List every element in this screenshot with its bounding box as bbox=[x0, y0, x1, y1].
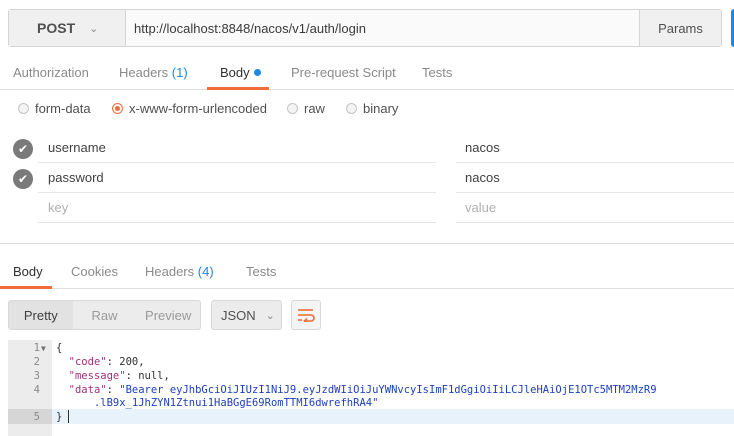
preview-button[interactable]: Preview bbox=[136, 301, 200, 329]
response-body-editor[interactable]: 1 ▼ 2 3 4 5 { "code": 200, "message": nu… bbox=[8, 340, 734, 436]
line-number: 2 bbox=[33, 356, 40, 368]
format-select[interactable]: JSON ⌄ bbox=[211, 300, 282, 330]
json-key: "message" bbox=[68, 370, 126, 382]
tab-authorization[interactable]: Authorization bbox=[13, 65, 89, 80]
json-key: "code" bbox=[68, 356, 107, 368]
json-value: 200, bbox=[119, 356, 145, 368]
pretty-button[interactable]: Pretty bbox=[9, 301, 73, 329]
raw-button[interactable]: Raw bbox=[73, 301, 137, 329]
line-number: 3 bbox=[33, 370, 40, 382]
text-cursor bbox=[68, 410, 69, 423]
checkmark-icon[interactable]: ✔ bbox=[13, 139, 33, 159]
radio-binary[interactable]: binary bbox=[346, 101, 398, 116]
wrap-lines-button[interactable] bbox=[291, 300, 321, 330]
chevron-down-icon: ⌄ bbox=[265, 309, 275, 322]
line-number: 1 bbox=[33, 342, 40, 354]
code-line-wrapped: .lB9x_1JhZYN1Ztnui1HaBGgE69RomTTMI6dwref… bbox=[56, 397, 378, 409]
view-mode-group: Pretty Raw Preview bbox=[8, 300, 201, 330]
tab-body[interactable]: Body bbox=[220, 65, 261, 80]
radio-label: x-www-form-urlencoded bbox=[129, 101, 267, 116]
code-line: } bbox=[56, 411, 63, 423]
tab-tests[interactable]: Tests bbox=[422, 65, 452, 80]
tab-test-results[interactable]: Tests bbox=[246, 264, 276, 279]
new-value-input[interactable]: value bbox=[456, 193, 734, 223]
radio-selected-icon bbox=[112, 103, 123, 114]
request-tabs: Authorization Headers (1) Body Pre-reque… bbox=[0, 58, 734, 90]
radio-circle-icon bbox=[287, 103, 298, 114]
code-line: "message": null, bbox=[68, 370, 170, 382]
tab-prerequest-script[interactable]: Pre-request Script bbox=[291, 65, 396, 80]
fold-toggle-icon[interactable]: ▼ bbox=[41, 344, 46, 353]
method-label: POST bbox=[37, 20, 76, 36]
request-bar: POST ⌄ http://localhost:8848/nacos/v1/au… bbox=[8, 9, 722, 47]
json-value: null, bbox=[138, 370, 170, 382]
url-input[interactable]: http://localhost:8848/nacos/v1/auth/logi… bbox=[126, 10, 639, 46]
tab-response-body[interactable]: Body bbox=[13, 264, 43, 279]
param-key-input[interactable]: password bbox=[38, 163, 436, 193]
active-tab-indicator bbox=[0, 286, 52, 289]
tab-headers-label: Headers bbox=[119, 65, 169, 80]
headers-count: (1) bbox=[171, 65, 188, 80]
active-tab-indicator bbox=[207, 87, 269, 90]
new-key-input[interactable]: key bbox=[38, 193, 436, 223]
code-line: { bbox=[56, 342, 63, 354]
line-number: 5 bbox=[33, 411, 40, 423]
radio-raw[interactable]: raw bbox=[287, 101, 325, 116]
param-value-input[interactable]: nacos bbox=[456, 133, 734, 163]
current-line-highlight bbox=[8, 409, 734, 424]
radio-circle-icon bbox=[18, 103, 29, 114]
response-headers-count: (4) bbox=[197, 264, 214, 279]
response-tabs: Body Cookies Headers (4) Tests bbox=[0, 256, 734, 289]
param-row: ✔ username nacos bbox=[0, 133, 734, 163]
wrap-lines-icon bbox=[298, 309, 315, 322]
tab-body-label: Body bbox=[220, 65, 250, 80]
radio-label: binary bbox=[363, 101, 399, 116]
code-line: "code": 200, bbox=[68, 356, 145, 368]
modified-dot-icon bbox=[253, 69, 261, 76]
params-button[interactable]: Params bbox=[639, 10, 721, 46]
json-value: "Bearer eyJhbGciOiJIUzI1NiJ9.eyJzdWIiOiJ… bbox=[119, 384, 657, 396]
json-value: .lB9x_1JhZYN1Ztnui1HaBGgE69RomTTMI6dwref… bbox=[93, 397, 379, 409]
param-row-empty: key value bbox=[0, 193, 734, 223]
checkmark-icon[interactable]: ✔ bbox=[13, 169, 33, 189]
chevron-down-icon: ⌄ bbox=[89, 22, 99, 35]
json-key: "data" bbox=[68, 384, 107, 396]
radio-form-data[interactable]: form-data bbox=[18, 101, 91, 116]
tab-response-headers-label: Headers bbox=[145, 264, 195, 279]
line-number: 4 bbox=[33, 384, 40, 396]
pane-divider[interactable] bbox=[0, 243, 734, 244]
radio-circle-icon bbox=[346, 103, 357, 114]
tab-response-headers[interactable]: Headers (4) bbox=[145, 264, 214, 279]
param-value-input[interactable]: nacos bbox=[456, 163, 734, 193]
code-line: "data": "Bearer eyJhbGciOiJIUzI1NiJ9.eyJ… bbox=[68, 384, 657, 396]
param-row: ✔ password nacos bbox=[0, 163, 734, 193]
param-key-input[interactable]: username bbox=[38, 133, 436, 163]
format-label: JSON bbox=[221, 307, 256, 323]
radio-label: form-data bbox=[35, 101, 91, 116]
radio-urlencoded[interactable]: x-www-form-urlencoded bbox=[112, 101, 267, 116]
tab-cookies[interactable]: Cookies bbox=[71, 264, 118, 279]
radio-label: raw bbox=[304, 101, 325, 116]
method-select[interactable]: POST ⌄ bbox=[9, 10, 126, 46]
tab-headers[interactable]: Headers (1) bbox=[119, 65, 188, 80]
